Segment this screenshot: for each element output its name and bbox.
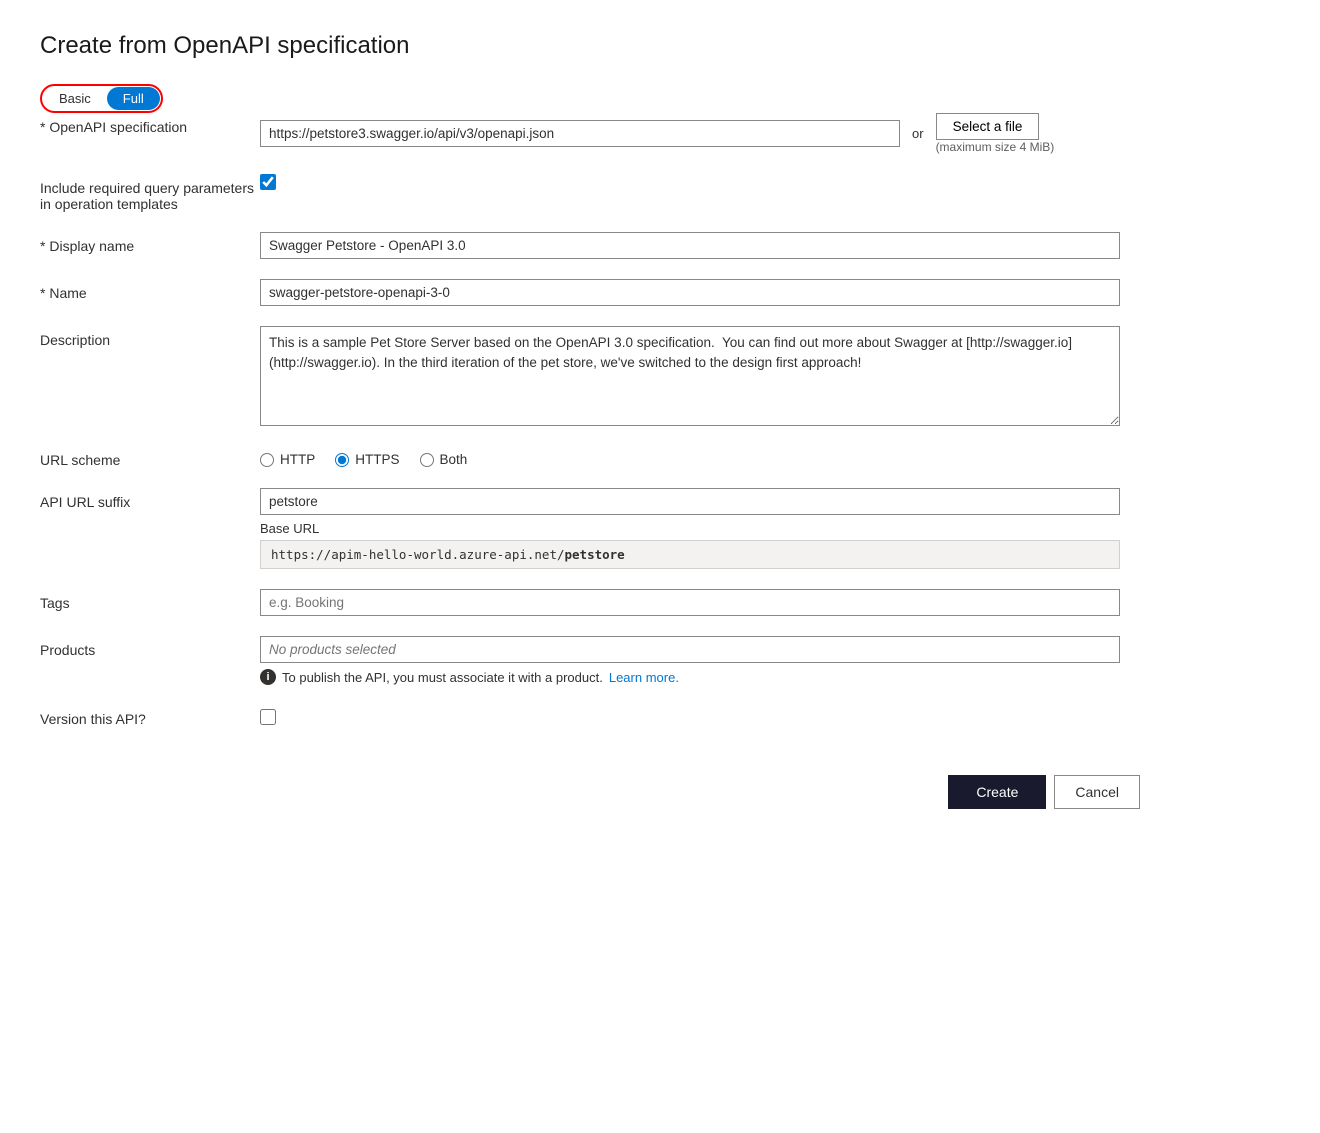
include-params-control [260, 174, 1140, 190]
version-checkbox-row [260, 705, 1140, 725]
tags-control [260, 589, 1140, 616]
info-icon: i [260, 669, 276, 685]
products-label: Products [40, 642, 95, 658]
version-label-col: Version this API? [40, 705, 260, 727]
openapi-spec-input[interactable] [260, 120, 900, 147]
required-marker-3: * [40, 285, 45, 301]
name-input[interactable] [260, 279, 1120, 306]
learn-more-link[interactable]: Learn more. [609, 670, 679, 685]
select-file-group: Select a file (maximum size 4 MiB) [936, 113, 1055, 154]
openapi-spec-label-col: * OpenAPI specification [40, 113, 260, 135]
bottom-buttons: Create Cancel [40, 775, 1140, 809]
radio-both[interactable] [420, 453, 434, 467]
radio-https-label[interactable]: HTTPS [335, 452, 399, 467]
products-label-col: Products [40, 636, 260, 658]
version-checkbox[interactable] [260, 709, 276, 725]
radio-http-text: HTTP [280, 452, 315, 467]
radio-https[interactable] [335, 453, 349, 467]
display-name-input[interactable] [260, 232, 1120, 259]
select-file-button[interactable]: Select a file [936, 113, 1040, 140]
cancel-button[interactable]: Cancel [1054, 775, 1140, 809]
view-mode-toggle[interactable]: Basic Full [40, 84, 163, 113]
api-url-suffix-control: Base URL https://apim-hello-world.azure-… [260, 488, 1140, 569]
display-name-control [260, 232, 1140, 259]
tags-label-col: Tags [40, 589, 260, 611]
url-scheme-label: URL scheme [40, 452, 120, 468]
publish-info-text: To publish the API, you must associate i… [282, 670, 603, 685]
tags-label: Tags [40, 595, 70, 611]
base-url-label: Base URL [260, 521, 1140, 536]
url-scheme-label-col: URL scheme [40, 446, 260, 468]
url-scheme-control: HTTP HTTPS Both [260, 446, 1140, 467]
products-info-row: i To publish the API, you must associate… [260, 669, 1140, 685]
description-control: This is a sample Pet Store Server based … [260, 326, 1140, 426]
openapi-spec-input-row: or Select a file (maximum size 4 MiB) [260, 113, 1140, 154]
name-label-col: * Name [40, 279, 260, 301]
radio-both-text: Both [440, 452, 468, 467]
include-params-label: Include required query parameters in ope… [40, 180, 260, 212]
base-url-suffix-display: petstore [565, 547, 625, 562]
radio-https-text: HTTPS [355, 452, 399, 467]
base-url-display: https://apim-hello-world.azure-api.net/p… [260, 540, 1120, 569]
full-toggle-button[interactable]: Full [107, 87, 160, 110]
url-scheme-radio-group: HTTP HTTPS Both [260, 446, 1140, 467]
include-params-checkbox[interactable] [260, 174, 276, 190]
required-marker-2: * [40, 238, 45, 254]
base-url-container: Base URL https://apim-hello-world.azure-… [260, 521, 1140, 569]
base-url-prefix: https://apim-hello-world.azure-api.net/ [271, 547, 565, 562]
page-title: Create from OpenAPI specification [40, 32, 1280, 60]
openapi-spec-control: or Select a file (maximum size 4 MiB) [260, 113, 1140, 154]
required-marker: * [40, 119, 45, 135]
basic-toggle-button[interactable]: Basic [43, 87, 107, 110]
products-input[interactable] [260, 636, 1120, 663]
name-control [260, 279, 1140, 306]
radio-both-label[interactable]: Both [420, 452, 468, 467]
products-control: i To publish the API, you must associate… [260, 636, 1140, 685]
or-text: or [912, 126, 924, 141]
api-url-suffix-label-col: API URL suffix [40, 488, 260, 510]
description-textarea[interactable]: This is a sample Pet Store Server based … [260, 326, 1120, 426]
display-name-label: Display name [49, 238, 134, 254]
form-container: * OpenAPI specification or Select a file… [40, 113, 1140, 727]
description-label: Description [40, 332, 110, 348]
include-params-label-col: Include required query parameters in ope… [40, 174, 260, 212]
radio-http[interactable] [260, 453, 274, 467]
openapi-spec-label: OpenAPI specification [49, 119, 187, 135]
version-control [260, 705, 1140, 725]
tags-input[interactable] [260, 589, 1120, 616]
description-label-col: Description [40, 326, 260, 348]
radio-http-label[interactable]: HTTP [260, 452, 315, 467]
include-params-checkbox-row [260, 174, 1140, 190]
api-url-suffix-label: API URL suffix [40, 494, 130, 510]
version-label: Version this API? [40, 711, 146, 727]
name-label: Name [49, 285, 86, 301]
display-name-label-col: * Display name [40, 232, 260, 254]
file-size-note: (maximum size 4 MiB) [936, 140, 1055, 154]
create-button[interactable]: Create [948, 775, 1046, 809]
api-url-suffix-input[interactable] [260, 488, 1120, 515]
